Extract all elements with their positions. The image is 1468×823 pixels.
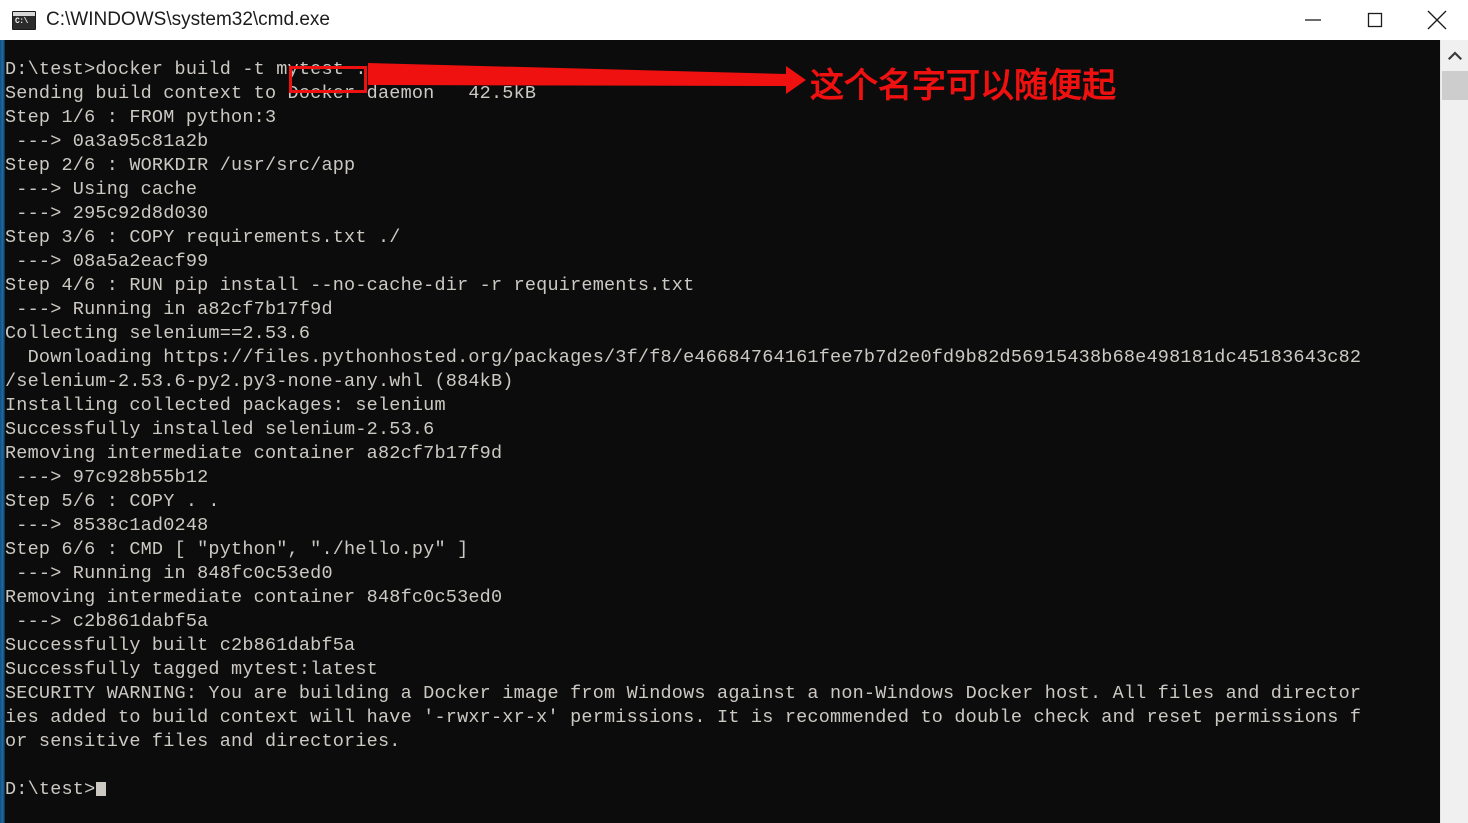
cmd-icon-titlestrip bbox=[13, 11, 35, 16]
console-line: Successfully built c2b861dabf5a bbox=[5, 635, 356, 656]
console-line: Installing collected packages: selenium bbox=[5, 395, 446, 416]
title-bar[interactable]: C:\ C:\WINDOWS\system32\cmd.exe bbox=[0, 0, 1468, 40]
console-line: Sending build context to Docker daemon 4… bbox=[5, 83, 537, 104]
console-line: ---> Running in a82cf7b17f9d bbox=[5, 299, 333, 320]
minimize-icon bbox=[1305, 19, 1321, 21]
console-line: ---> 97c928b55b12 bbox=[5, 467, 209, 488]
console-line: Removing intermediate container 848fc0c5… bbox=[5, 587, 503, 608]
console-line: ---> c2b861dabf5a bbox=[5, 611, 209, 632]
title-bar-left: C:\ C:\WINDOWS\system32\cmd.exe bbox=[0, 9, 1282, 31]
console-line: or sensitive files and directories. bbox=[5, 731, 401, 752]
console-line: Successfully installed selenium-2.53.6 bbox=[5, 419, 435, 440]
console-line: Step 1/6 : FROM python:3 bbox=[5, 107, 277, 128]
minimize-button[interactable] bbox=[1282, 0, 1344, 40]
scroll-up-arrow-button[interactable] bbox=[1441, 46, 1468, 66]
close-button[interactable] bbox=[1406, 0, 1468, 40]
console-line: Step 3/6 : COPY requirements.txt ./ bbox=[5, 227, 401, 248]
console-line: ---> Using cache bbox=[5, 179, 198, 200]
console-line: Step 5/6 : COPY . . bbox=[5, 491, 220, 512]
console-line: Step 4/6 : RUN pip install --no-cache-di… bbox=[5, 275, 695, 296]
cmd-window: C:\ C:\WINDOWS\system32\cmd.exe D:\test>… bbox=[0, 0, 1468, 823]
console-line: Successfully tagged mytest:latest bbox=[5, 659, 378, 680]
console-line: ---> Running in 848fc0c53ed0 bbox=[5, 563, 333, 584]
console-line: Step 2/6 : WORKDIR /usr/src/app bbox=[5, 155, 356, 176]
console-text: D:\test>docker build -t mytest . Sending … bbox=[5, 58, 1361, 802]
console-line: Downloading https://files.pythonhosted.o… bbox=[5, 347, 1362, 368]
console-line: ---> 0a3a95c81a2b bbox=[5, 131, 209, 152]
block-cursor bbox=[96, 782, 107, 796]
cmd-console-icon: C:\ bbox=[12, 10, 36, 30]
window-controls bbox=[1282, 0, 1468, 40]
console-line: ---> 08a5a2eacf99 bbox=[5, 251, 209, 272]
console-line: D:\test> bbox=[5, 778, 1361, 802]
console-line: /selenium-2.53.6-py2.py3-none-any.whl (8… bbox=[5, 371, 514, 392]
console-line: ---> 295c92d8d030 bbox=[5, 203, 209, 224]
scroll-track[interactable] bbox=[1441, 100, 1468, 823]
console-line: Collecting selenium==2.53.6 bbox=[5, 323, 311, 344]
console-line: Step 6/6 : CMD [ "python", "./hello.py" … bbox=[5, 539, 469, 560]
console-scrollbar[interactable] bbox=[1440, 40, 1468, 823]
console-line: ies added to build context will have '-r… bbox=[5, 707, 1362, 728]
maximize-icon bbox=[1367, 12, 1383, 28]
scroll-thumb[interactable] bbox=[1442, 71, 1468, 100]
console-frame: D:\test>docker build -t mytest . Sending … bbox=[0, 40, 1468, 823]
console-line: Removing intermediate container a82cf7b1… bbox=[5, 443, 503, 464]
cmd-icon-glyph: C:\ bbox=[15, 16, 28, 26]
window-title: C:\WINDOWS\system32\cmd.exe bbox=[46, 9, 330, 30]
console-line: ---> 8538c1ad0248 bbox=[5, 515, 209, 536]
chevron-up-icon bbox=[1447, 51, 1462, 61]
maximize-button[interactable] bbox=[1344, 0, 1406, 40]
close-icon bbox=[1427, 10, 1447, 30]
console-line: D:\test>docker build -t mytest . bbox=[5, 59, 367, 80]
console-output-area[interactable]: D:\test>docker build -t mytest . Sending … bbox=[5, 40, 1440, 823]
console-line: SECURITY WARNING: You are building a Doc… bbox=[5, 683, 1362, 704]
